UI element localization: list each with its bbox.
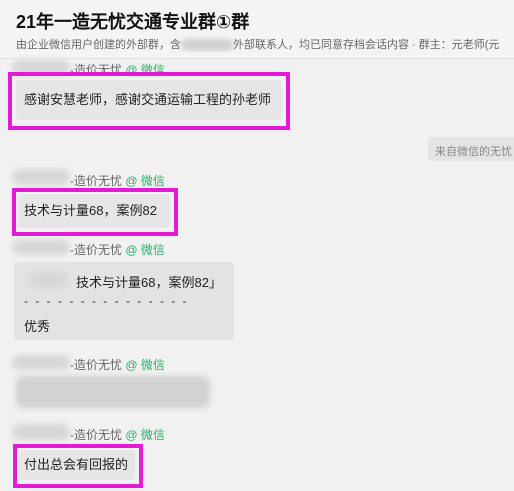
sender-suffix: -造价无忧 bbox=[70, 358, 122, 372]
sender-suffix: -造价无忧 bbox=[70, 174, 122, 188]
highlight-box bbox=[12, 188, 178, 236]
highlight-box bbox=[13, 444, 143, 488]
sender-name-redacted bbox=[12, 169, 70, 185]
quoted-sender-redacted bbox=[28, 272, 68, 288]
subtitle-part-b: 外部联系人，均已同意存档会话内容 · 群主：元老师(元 bbox=[233, 39, 500, 51]
wechat-tag: @ 微信 bbox=[125, 358, 165, 372]
wechat-tag: @ 微信 bbox=[125, 428, 165, 442]
chat-header: 21年一造无忧交通专业群①群 由企业微信用户创建的外部群，含 外部联系人，均已同意… bbox=[0, 0, 514, 59]
sender-name-redacted bbox=[12, 355, 70, 370]
group-title: 21年一造无忧交通专业群①群 bbox=[16, 12, 250, 32]
quote-divider: - - - - - - - - - - - - - - - bbox=[24, 294, 189, 308]
redacted-member-count bbox=[181, 39, 233, 52]
sender-label: -造价无忧 @ 微信 bbox=[70, 356, 165, 373]
group-subtitle: 由企业微信用户创建的外部群，含 外部联系人，均已同意存档会话内容 · 群主：元老师… bbox=[16, 36, 514, 52]
system-notice: 来自微信的无忧 bbox=[428, 137, 514, 161]
sender-label: -造价无忧 @ 微信 bbox=[70, 426, 165, 443]
subtitle-part-a: 由企业微信用户创建的外部群，含 bbox=[16, 39, 181, 51]
sender-label: -造价无忧 @ 微信 bbox=[70, 172, 165, 189]
blurred-message-bubble[interactable] bbox=[16, 376, 210, 408]
sender-name-redacted bbox=[12, 240, 70, 255]
highlight-box bbox=[8, 72, 290, 130]
wechat-tag: @ 微信 bbox=[125, 243, 165, 257]
quoted-text: 技术与计量68，案例82」 bbox=[76, 275, 222, 290]
sender-suffix: -造价无忧 bbox=[70, 428, 122, 442]
sender-suffix: -造价无忧 bbox=[70, 243, 122, 257]
wechat-tag: @ 微信 bbox=[125, 174, 165, 188]
reply-text: 优秀 bbox=[24, 319, 51, 334]
sender-label: -造价无忧 @ 微信 bbox=[70, 241, 165, 258]
sender-name-redacted bbox=[12, 424, 70, 440]
